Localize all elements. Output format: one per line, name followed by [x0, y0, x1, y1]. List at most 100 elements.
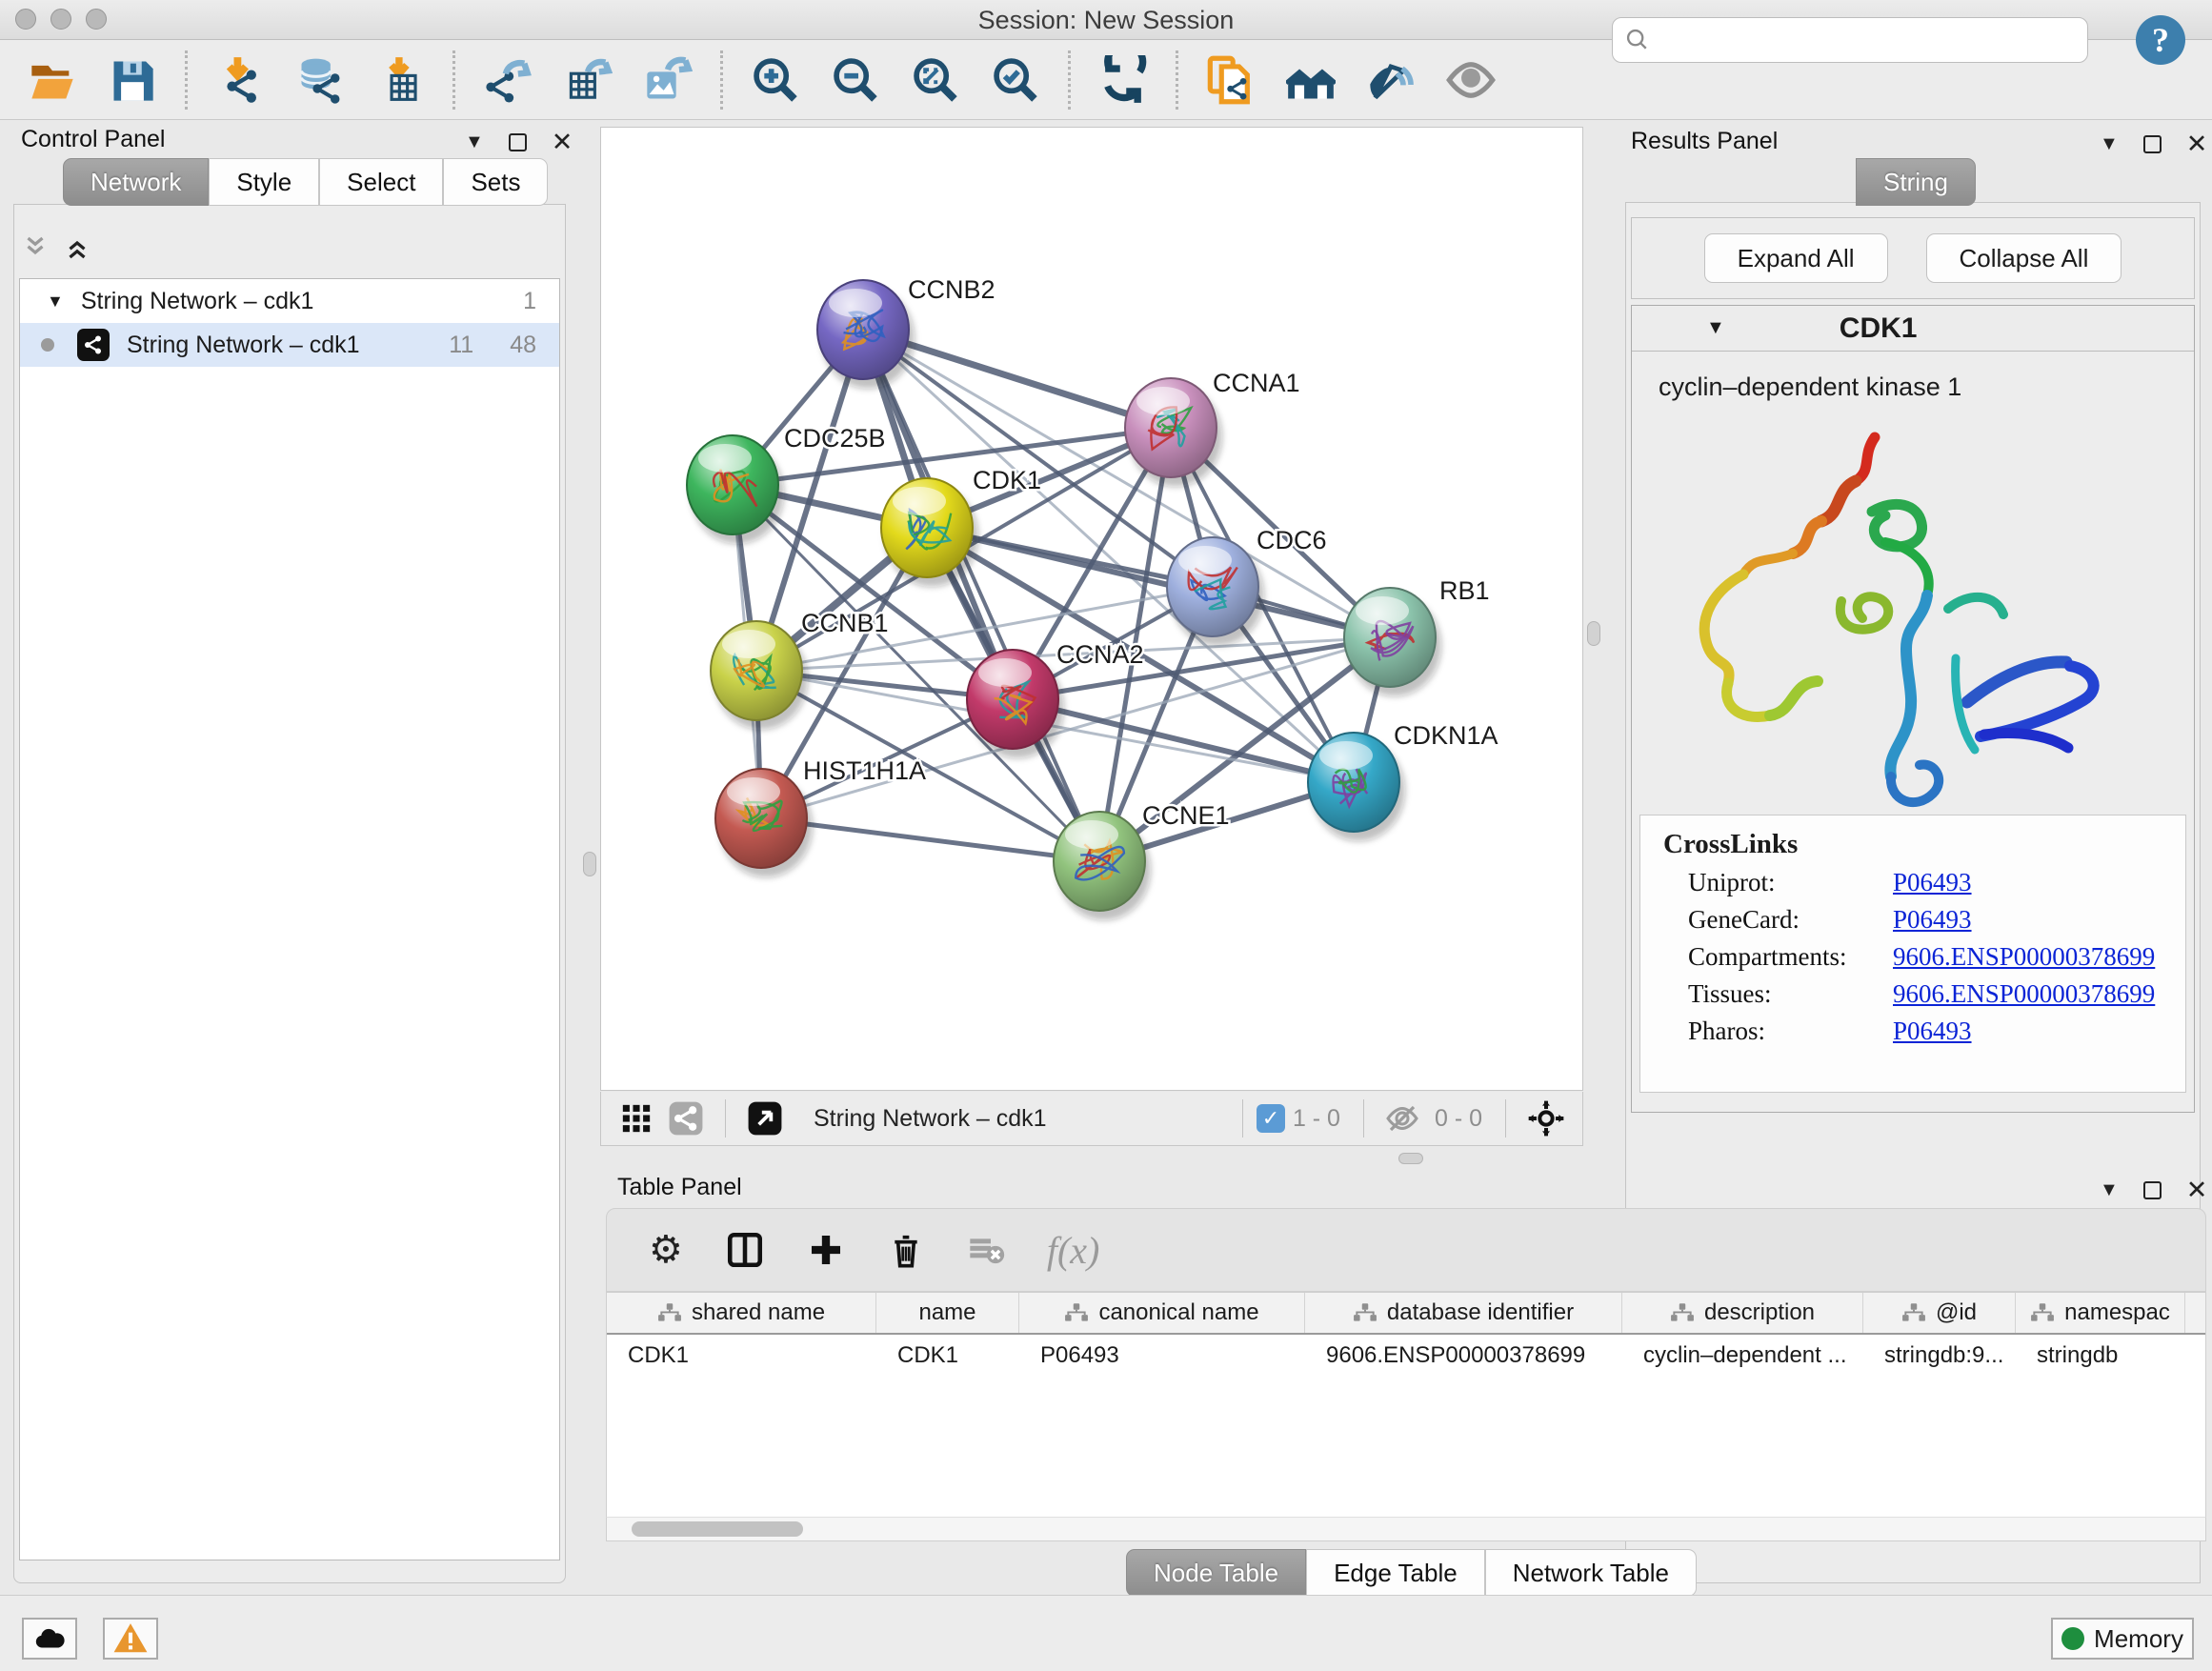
memory-label: Memory — [2094, 1624, 2183, 1654]
table-cell[interactable]: stringdb:9... — [1863, 1335, 2016, 1377]
share-view-icon[interactable] — [668, 1100, 704, 1137]
section-expander-icon[interactable]: ▼ — [1706, 317, 1725, 339]
column-header-canonical-name[interactable]: canonical name — [1019, 1293, 1305, 1333]
crosslink-link[interactable]: P06493 — [1893, 1017, 1972, 1046]
float-panel-icon[interactable] — [509, 133, 527, 151]
control-panel-tabs: NetworkStyleSelectSets — [63, 158, 548, 206]
enhanced-graphics-button[interactable] — [1365, 54, 1417, 106]
apply-layout-button[interactable] — [1097, 54, 1149, 106]
add-column-icon[interactable] — [807, 1231, 845, 1269]
tab-select[interactable]: Select — [319, 158, 443, 206]
bottom-splitter-handle[interactable] — [1398, 1153, 1423, 1164]
warning-icon — [112, 1621, 149, 1657]
minimize-panel-icon[interactable]: ▼ — [2100, 1179, 2119, 1201]
collapse-all-button[interactable]: Collapse All — [1926, 233, 2122, 283]
function-builder-icon[interactable]: f(x) — [1047, 1228, 1100, 1273]
network-collection-row[interactable]: ▼ String Network – cdk1 1 — [20, 279, 559, 323]
import-table-button[interactable] — [374, 54, 426, 106]
right-splitter-handle[interactable] — [1587, 621, 1600, 646]
tab-edge-table[interactable]: Edge Table — [1306, 1549, 1485, 1597]
left-splitter-handle[interactable] — [583, 852, 596, 876]
node-hist1h1a[interactable] — [715, 769, 813, 877]
table-cell[interactable]: P06493 — [1019, 1335, 1305, 1377]
table-cell[interactable]: CDK1 — [607, 1335, 876, 1377]
zoom-out-button[interactable] — [830, 54, 881, 106]
zoom-fit-button[interactable] — [910, 54, 961, 106]
zoom-in-button[interactable] — [750, 54, 801, 106]
open-file-button[interactable] — [27, 54, 78, 106]
table-cell[interactable]: cyclin–dependent ... — [1622, 1335, 1863, 1377]
node-ccna1[interactable] — [1125, 378, 1222, 487]
node-cdc6[interactable] — [1167, 537, 1264, 646]
table-hscrollbar[interactable] — [606, 1517, 2206, 1541]
export-network-icon — [483, 55, 533, 105]
node-ccne1[interactable] — [1054, 812, 1151, 920]
table-cell[interactable]: CDK1 — [876, 1335, 1019, 1377]
tab-network[interactable]: Network — [63, 158, 209, 206]
table-cell[interactable]: 9606.ENSP00000378699 — [1305, 1335, 1622, 1377]
birdseye-view-icon[interactable] — [747, 1100, 783, 1137]
column-header-namespac[interactable]: namespac — [2016, 1293, 2185, 1333]
tab-network-table[interactable]: Network Table — [1485, 1549, 1697, 1597]
copy-network-button[interactable] — [1205, 54, 1257, 106]
column-header-@id[interactable]: @id — [1863, 1293, 2016, 1333]
expand-all-icon[interactable] — [63, 233, 91, 262]
gene-section-header[interactable]: ▼ CDK1 — [1632, 306, 2194, 352]
collection-expander-icon[interactable]: ▼ — [47, 292, 64, 312]
tab-node-table[interactable]: Node Table — [1126, 1549, 1306, 1597]
crosslink-link[interactable]: 9606.ENSP00000378699 — [1893, 979, 2155, 1009]
node-ccnb2[interactable] — [817, 280, 915, 389]
selected-nodes-checkbox[interactable]: ✓ — [1257, 1104, 1285, 1133]
grid-view-icon[interactable] — [620, 1102, 653, 1135]
warning-status-button[interactable] — [103, 1618, 158, 1660]
import-network-button[interactable] — [214, 54, 266, 106]
close-panel-icon[interactable]: ✕ — [2186, 130, 2208, 159]
column-header-database-identifier[interactable]: database identifier — [1305, 1293, 1622, 1333]
hidden-eye-icon[interactable] — [1385, 1101, 1419, 1136]
network-row[interactable]: String Network – cdk1 11 48 — [20, 323, 559, 367]
node-cdk1[interactable] — [881, 478, 978, 587]
cloud-status-button[interactable] — [22, 1618, 77, 1660]
close-panel-icon[interactable]: ✕ — [2186, 1176, 2208, 1205]
help-button[interactable]: ? — [2136, 15, 2185, 65]
float-panel-icon[interactable] — [2143, 135, 2162, 153]
expand-all-button[interactable]: Expand All — [1704, 233, 1888, 283]
column-header-description[interactable]: description — [1622, 1293, 1863, 1333]
search-input[interactable] — [1660, 27, 2076, 54]
crosslink-link[interactable]: P06493 — [1893, 868, 1972, 897]
collapse-all-icon[interactable] — [21, 233, 50, 262]
float-panel-icon[interactable] — [2143, 1181, 2162, 1199]
column-header-name[interactable]: name — [876, 1293, 1019, 1333]
save-session-button[interactable] — [107, 54, 158, 106]
tab-style[interactable]: Style — [209, 158, 319, 206]
memory-button[interactable]: Memory — [2051, 1618, 2194, 1660]
scrollbar-thumb[interactable] — [632, 1521, 803, 1537]
crosslink-row: Tissues: 9606.ENSP00000378699 — [1688, 979, 2185, 1009]
show-columns-icon[interactable] — [725, 1230, 765, 1270]
table-row[interactable]: CDK1CDK1P064939606.ENSP00000378699cyclin… — [607, 1335, 2205, 1377]
crosslink-link[interactable]: P06493 — [1893, 905, 1972, 935]
show-details-eye-button[interactable] — [1445, 54, 1497, 106]
network-canvas[interactable]: CCNB2 CCNA1 CDC25B CDK1 CDC6 RB1 CCNB1 — [600, 127, 1583, 1091]
node-rb1[interactable] — [1344, 588, 1441, 696]
table-cell[interactable]: stringdb — [2016, 1335, 2185, 1377]
string-home-button[interactable] — [1285, 54, 1337, 106]
results-tab-string[interactable]: String — [1856, 158, 1976, 206]
minimize-panel-icon[interactable]: ▼ — [2100, 133, 2119, 155]
node-cdc25b[interactable] — [687, 435, 784, 544]
close-panel-icon[interactable]: ✕ — [552, 128, 573, 157]
export-table-button[interactable] — [562, 54, 613, 106]
node-cdkn1a[interactable] — [1308, 733, 1405, 841]
pan-crosshair-icon[interactable] — [1527, 1099, 1565, 1137]
crosslink-link[interactable]: 9606.ENSP00000378699 — [1893, 942, 2155, 972]
column-header-shared-name[interactable]: shared name — [607, 1293, 876, 1333]
minimize-panel-icon[interactable]: ▼ — [465, 131, 484, 153]
export-image-button[interactable] — [642, 54, 694, 106]
tab-sets[interactable]: Sets — [443, 158, 548, 206]
delete-table-icon[interactable] — [967, 1231, 1005, 1269]
table-settings-gear-icon[interactable]: ⚙ — [649, 1228, 683, 1272]
delete-column-trash-icon[interactable] — [887, 1231, 925, 1269]
import-database-button[interactable] — [294, 54, 346, 106]
zoom-selected-button[interactable] — [990, 54, 1041, 106]
export-network-button[interactable] — [482, 54, 533, 106]
